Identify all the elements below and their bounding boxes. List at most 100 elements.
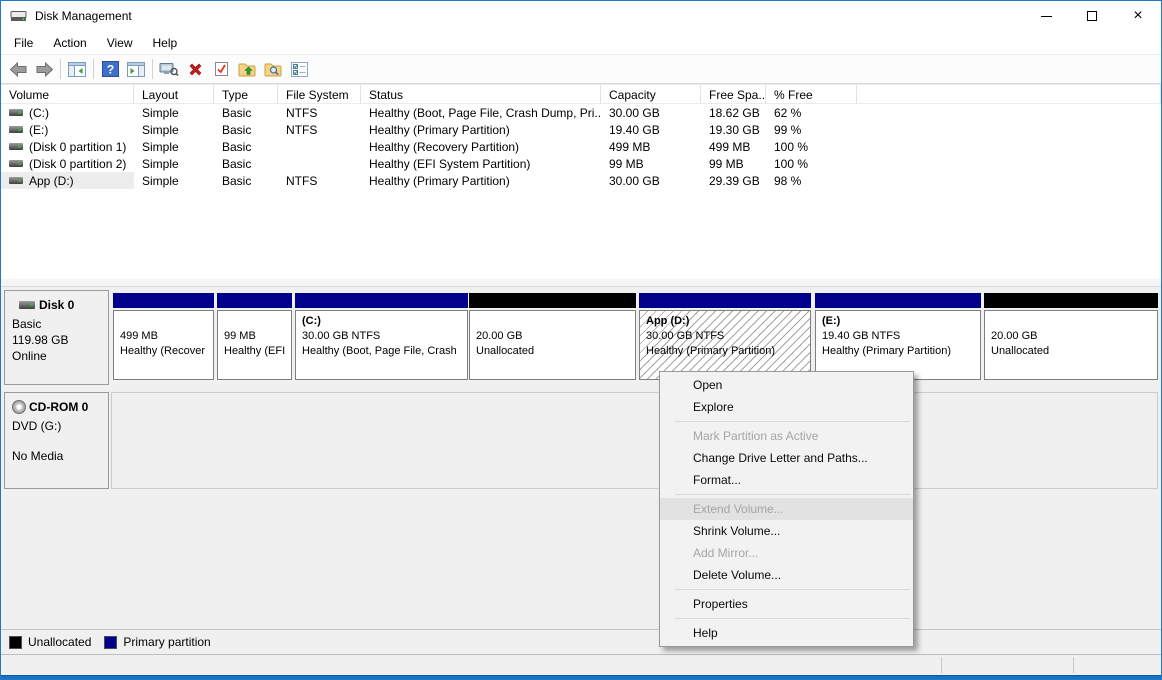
forward-icon bbox=[35, 62, 54, 77]
folder-search-icon bbox=[264, 62, 282, 77]
partition-recovery[interactable]: 499 MB Healthy (Recover bbox=[113, 293, 214, 382]
partition-label bbox=[991, 314, 1157, 329]
cell-status: Healthy (Recovery Partition) bbox=[361, 138, 601, 155]
column-header-capacity[interactable]: Capacity bbox=[601, 85, 701, 103]
cell-free-space: 18.62 GB bbox=[701, 104, 766, 121]
volume-drive-icon bbox=[9, 143, 23, 150]
cell-capacity: 30.00 GB bbox=[601, 172, 701, 189]
menu-item-change-drive-letter[interactable]: Change Drive Letter and Paths... bbox=[660, 447, 913, 469]
menu-item-delete-volume[interactable]: Delete Volume... bbox=[660, 564, 913, 586]
svg-text:?: ? bbox=[106, 63, 113, 77]
menu-separator bbox=[675, 421, 910, 422]
minimize-button[interactable] bbox=[1023, 1, 1069, 31]
legend-bar: Unallocated Primary partition bbox=[1, 629, 1161, 654]
forward-button[interactable] bbox=[31, 57, 57, 81]
disk0-type: Basic bbox=[12, 316, 102, 332]
menu-item-help[interactable]: Help bbox=[660, 622, 913, 644]
pane-splitter[interactable] bbox=[1, 279, 1161, 286]
cell-layout: Simple bbox=[134, 104, 214, 121]
partition-size: 499 MB bbox=[120, 329, 213, 344]
disk0-info-panel[interactable]: Disk 0 Basic 119.98 GB Online bbox=[4, 290, 109, 385]
partition-e[interactable]: (E:) 19.40 GB NTFS Healthy (Primary Part… bbox=[815, 293, 981, 382]
cell-status: Healthy (Primary Partition) bbox=[361, 121, 601, 138]
menu-item-add-mirror: Add Mirror... bbox=[660, 542, 913, 564]
status-divider bbox=[1073, 657, 1074, 673]
maximize-button[interactable] bbox=[1069, 1, 1115, 31]
menu-view[interactable]: View bbox=[97, 31, 143, 54]
menu-item-shrink-volume[interactable]: Shrink Volume... bbox=[660, 520, 913, 542]
partition-status: Unallocated bbox=[991, 344, 1157, 359]
partition-status: Unallocated bbox=[476, 344, 635, 359]
back-button[interactable] bbox=[5, 57, 31, 81]
column-header-type[interactable]: Type bbox=[214, 85, 278, 103]
partition-efi[interactable]: 99 MB Healthy (EFI bbox=[217, 293, 292, 382]
folder-up-icon bbox=[238, 62, 256, 77]
table-row-selected[interactable]: App (D:) Simple Basic NTFS Healthy (Prim… bbox=[1, 172, 1161, 189]
delete-volume-button[interactable] bbox=[182, 57, 208, 81]
column-header-pct-free[interactable]: % Free bbox=[766, 85, 857, 103]
show-action-pane-icon bbox=[127, 62, 145, 77]
properties-button[interactable] bbox=[286, 57, 312, 81]
cell-pct-free: 62 % bbox=[766, 104, 857, 121]
close-button[interactable]: × bbox=[1115, 1, 1161, 31]
menu-item-open[interactable]: Open bbox=[660, 374, 913, 396]
show-console-tree-button[interactable] bbox=[64, 57, 90, 81]
volume-drive-icon bbox=[9, 177, 23, 184]
check-document-button[interactable] bbox=[208, 57, 234, 81]
table-row[interactable]: (Disk 0 partition 2) Simple Basic Health… bbox=[1, 155, 1161, 172]
volume-list-header: Volume Layout Type File System Status Ca… bbox=[1, 84, 1161, 104]
cell-layout: Simple bbox=[134, 172, 214, 189]
menu-action[interactable]: Action bbox=[43, 31, 96, 54]
menu-separator bbox=[675, 494, 910, 495]
context-menu: Open Explore Mark Partition as Active Ch… bbox=[659, 371, 914, 647]
unallocated-swatch bbox=[9, 636, 22, 649]
menu-item-format[interactable]: Format... bbox=[660, 469, 913, 491]
column-header-layout[interactable]: Layout bbox=[134, 85, 214, 103]
column-header-file-system[interactable]: File System bbox=[278, 85, 361, 103]
column-header-status[interactable]: Status bbox=[361, 85, 601, 103]
toolbar-separator bbox=[152, 59, 153, 79]
column-header-free-space[interactable]: Free Spa... bbox=[701, 85, 766, 103]
open-folder-button[interactable] bbox=[234, 57, 260, 81]
disk0-row: Disk 0 Basic 119.98 GB Online 499 MB Hea… bbox=[1, 290, 1161, 385]
cdrom-info-panel[interactable]: CD-ROM 0 DVD (G:) No Media bbox=[4, 392, 109, 489]
partition-status: Healthy (EFI bbox=[224, 344, 291, 359]
computer-search-button[interactable] bbox=[156, 57, 182, 81]
help-button[interactable]: ? bbox=[97, 57, 123, 81]
cell-layout: Simple bbox=[134, 155, 214, 172]
cdrom-media-area[interactable] bbox=[111, 392, 1158, 489]
partition-d-selected[interactable]: App (D:) 30.00 GB NTFS Healthy (Primary … bbox=[639, 293, 811, 382]
volume-drive-icon bbox=[9, 160, 23, 167]
menu-file[interactable]: File bbox=[4, 31, 43, 54]
menu-help[interactable]: Help bbox=[143, 31, 188, 54]
table-row[interactable]: (C:) Simple Basic NTFS Healthy (Boot, Pa… bbox=[1, 104, 1161, 121]
menu-bar: File Action View Help bbox=[1, 31, 1161, 54]
delete-icon bbox=[188, 62, 203, 77]
title-bar: Disk Management × bbox=[1, 1, 1161, 31]
menu-item-extend-volume: Extend Volume... bbox=[660, 498, 913, 520]
partition-label: (C:) bbox=[302, 314, 467, 329]
partition-type-bar bbox=[639, 293, 811, 308]
explore-folder-button[interactable] bbox=[260, 57, 286, 81]
hard-disk-icon bbox=[19, 301, 35, 309]
menu-separator bbox=[675, 589, 910, 590]
window-border-bottom bbox=[1, 675, 1161, 680]
disk0-partition-strip: 499 MB Healthy (Recover 99 MB Healthy (E… bbox=[111, 290, 1158, 385]
volume-list-pane: Volume Layout Type File System Status Ca… bbox=[1, 84, 1161, 279]
table-row[interactable]: (E:) Simple Basic NTFS Healthy (Primary … bbox=[1, 121, 1161, 138]
cd-rom-icon bbox=[12, 400, 26, 414]
menu-item-explore[interactable]: Explore bbox=[660, 396, 913, 418]
column-header-volume[interactable]: Volume bbox=[1, 85, 134, 103]
menu-item-properties[interactable]: Properties bbox=[660, 593, 913, 615]
partition-c[interactable]: (C:) 30.00 GB NTFS Healthy (Boot, Page F… bbox=[295, 293, 468, 382]
table-row[interactable]: (Disk 0 partition 1) Simple Basic Health… bbox=[1, 138, 1161, 155]
volume-drive-icon bbox=[9, 109, 23, 116]
partition-size: 20.00 GB bbox=[476, 329, 635, 344]
partition-unallocated-2[interactable]: 20.00 GB Unallocated bbox=[984, 293, 1158, 382]
maximize-icon bbox=[1087, 11, 1097, 21]
partition-unallocated-1[interactable]: 20.00 GB Unallocated bbox=[469, 293, 636, 382]
partition-size: 19.40 GB NTFS bbox=[822, 329, 980, 344]
cell-free-space: 99 MB bbox=[701, 155, 766, 172]
show-action-pane-button[interactable] bbox=[123, 57, 149, 81]
cell-file-system: NTFS bbox=[278, 104, 361, 121]
